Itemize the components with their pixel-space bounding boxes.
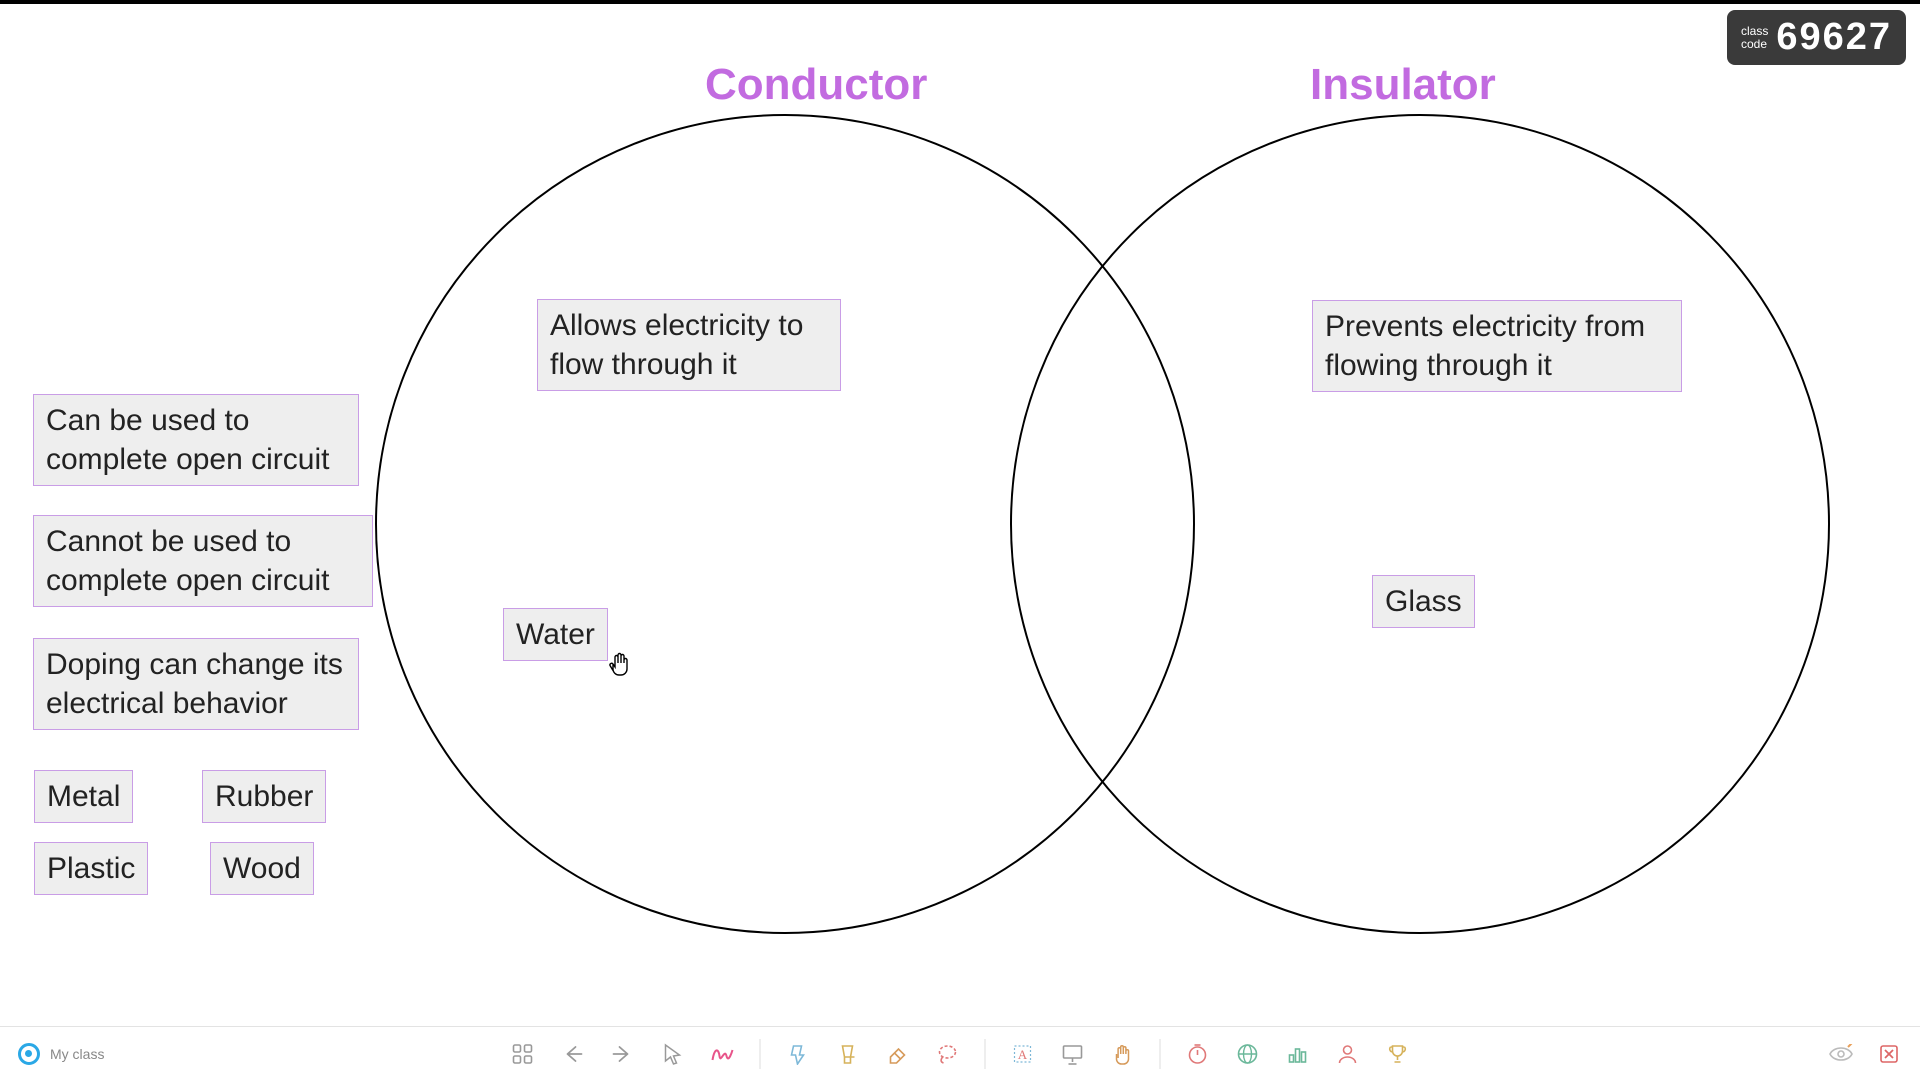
eraser-icon[interactable] [885, 1041, 911, 1067]
eye-icon[interactable] [1828, 1041, 1854, 1067]
arrow-left-icon[interactable] [560, 1041, 586, 1067]
venn-right-title: Insulator [1310, 60, 1496, 110]
card-doping[interactable]: Doping can change its electrical behavio… [33, 638, 359, 730]
card-wood[interactable]: Wood [210, 842, 314, 895]
svg-text:A: A [1018, 1047, 1028, 1062]
card-plastic[interactable]: Plastic [34, 842, 148, 895]
venn-right-circle [1010, 114, 1830, 934]
card-metal[interactable]: Metal [34, 770, 133, 823]
card-water[interactable]: Water [503, 608, 608, 661]
top-border [0, 0, 1920, 4]
user-icon[interactable] [1335, 1041, 1361, 1067]
card-can-complete[interactable]: Can be used to complete open circuit [33, 394, 359, 486]
card-allows-electricity[interactable]: Allows electricity to flow through it [537, 299, 841, 391]
highlighter2-icon[interactable] [835, 1041, 861, 1067]
bottom-toolbar: My class A [0, 1026, 1920, 1080]
grab-cursor-icon [608, 651, 632, 677]
card-glass[interactable]: Glass [1372, 575, 1475, 628]
highlighter-icon[interactable] [785, 1041, 811, 1067]
card-cannot-complete[interactable]: Cannot be used to complete open circuit [33, 515, 373, 607]
close-panel-icon[interactable] [1876, 1041, 1902, 1067]
pointer-icon[interactable] [660, 1041, 686, 1067]
scribble-icon[interactable] [710, 1041, 736, 1067]
toolbar-separator [760, 1039, 761, 1069]
toolbar-separator [985, 1039, 986, 1069]
chart-icon[interactable] [1285, 1041, 1311, 1067]
class-code-label: class code [1741, 25, 1768, 50]
text-box-icon[interactable]: A [1010, 1041, 1036, 1067]
app-logo-icon[interactable] [18, 1043, 40, 1065]
toolbar-separator [1160, 1039, 1161, 1069]
class-label[interactable]: My class [50, 1046, 104, 1062]
toolbar-left: My class [18, 1043, 104, 1065]
class-code-badge[interactable]: class code 69627 [1727, 10, 1906, 65]
card-rubber[interactable]: Rubber [202, 770, 326, 823]
arrow-right-icon[interactable] [610, 1041, 636, 1067]
grid-icon[interactable] [510, 1041, 536, 1067]
lasso-icon[interactable] [935, 1041, 961, 1067]
trophy-icon[interactable] [1385, 1041, 1411, 1067]
timer-icon[interactable] [1185, 1041, 1211, 1067]
class-code-value: 69627 [1776, 16, 1892, 59]
globe-icon[interactable] [1235, 1041, 1261, 1067]
presentation-icon[interactable] [1060, 1041, 1086, 1067]
toolbar-right [1828, 1041, 1902, 1067]
toolbar-center: A [510, 1039, 1411, 1069]
card-prevents-electricity[interactable]: Prevents electricity from flowing throug… [1312, 300, 1682, 392]
hand-icon[interactable] [1110, 1041, 1136, 1067]
venn-left-title: Conductor [705, 60, 927, 110]
